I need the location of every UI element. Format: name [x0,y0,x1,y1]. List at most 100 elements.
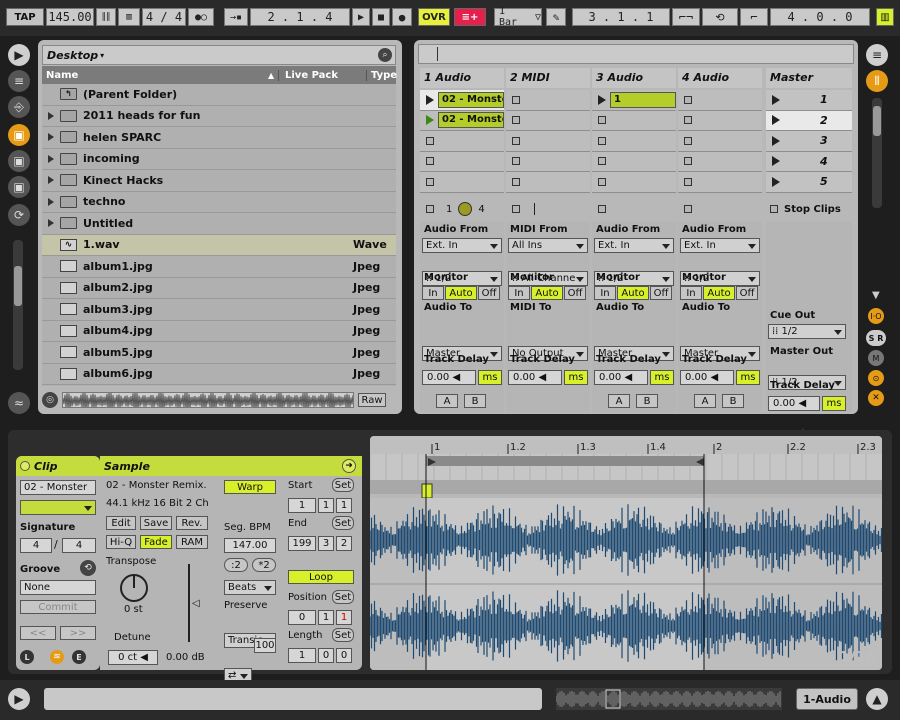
live-devices-icon[interactable]: ≡ [8,70,30,92]
browser-item[interactable]: ∿ 1.wav Wave [42,234,396,256]
clip-slot[interactable] [420,152,504,172]
clip-slot[interactable] [592,152,676,172]
folder-3-icon[interactable]: ▣ [8,176,30,198]
loop-brace[interactable] [426,456,704,466]
warp-mode-dropdown[interactable]: Beats [224,580,276,595]
sort-icon[interactable]: ▲ [268,71,278,80]
clip-stop-icon[interactable] [684,116,692,125]
end-set-button[interactable]: Set [332,516,354,530]
clip-slot[interactable] [420,131,504,152]
clip-stop-icon[interactable] [598,116,606,125]
browser-item[interactable]: album5.jpg Jpeg [42,342,396,364]
fade-button[interactable]: Fade [140,535,172,549]
loop-switch-icon[interactable]: ⟲ [702,8,738,26]
name-column-header[interactable]: Name [42,70,268,81]
monitor-off-button[interactable]: Off [478,286,500,300]
quantize-dropdown[interactable]: 1 Bar ▽ [494,6,542,28]
track-title[interactable]: 1 Audio [420,68,504,88]
gain-slider-handle-icon[interactable]: ◁ [192,598,200,609]
length-beat[interactable]: 0 [318,648,334,663]
track-delay-ms-button[interactable]: ms [478,370,502,385]
stop-clips-row[interactable]: Stop Clips [766,198,852,220]
monitor-auto-button[interactable]: Auto [445,286,477,300]
track-delay-ms-button[interactable]: ms [650,370,674,385]
clip-stop-icon[interactable] [598,136,606,145]
crossfade-b-button[interactable]: B [464,394,486,408]
stop-icon[interactable]: ■ [372,8,390,26]
launch-box-toggle[interactable]: L [20,650,34,664]
clip-box-header[interactable]: Clip [16,456,100,476]
browser-item[interactable]: incoming [42,149,396,170]
groove-field[interactable]: None [20,580,96,595]
crossfade-a-button[interactable]: A [608,394,630,408]
track-delay-field[interactable]: 0.00 ◀ [508,370,562,385]
clip-slot[interactable]: 02 - Monster [420,111,504,131]
position-set-button[interactable]: Set [332,590,354,604]
scene-play-icon[interactable] [772,156,780,167]
save-button[interactable]: Save [140,516,172,530]
monitor-in-button[interactable]: In [680,286,702,300]
master-ms-button[interactable]: ms [822,396,846,411]
clip-slot[interactable] [420,172,504,193]
commit-button[interactable]: Commit [20,600,96,614]
tempo-field[interactable]: 145.00 [46,8,94,26]
track-delay-ms-button[interactable]: ms [736,370,760,385]
clip-stop-icon[interactable] [426,136,434,145]
input-type-dropdown[interactable]: Ext. In [422,238,502,253]
detune-field[interactable]: 0 ct ◀ [108,650,158,665]
session-scroll-handle[interactable] [873,106,881,136]
follow-icon[interactable]: →▪ [224,8,248,26]
crossfade-a-button[interactable]: A [436,394,458,408]
cue-out-dropdown[interactable]: ⁞⁞ 1/2 [768,324,846,339]
mixer-icon[interactable]: M [868,350,884,366]
browser-item[interactable]: album3.jpg Jpeg [42,299,396,321]
input-type-dropdown[interactable]: Ext. In [680,238,760,253]
clip-slot[interactable] [506,131,590,152]
monitor-off-button[interactable]: Off [564,286,586,300]
track-delay-toggle-icon[interactable]: ⊙ [868,370,884,386]
scene-play-icon[interactable] [772,176,780,187]
clip-stop-icon[interactable] [684,157,692,166]
edit-button[interactable]: Edit [106,516,136,530]
clip-slot[interactable] [678,111,762,131]
length-set-button[interactable]: Set [332,628,354,642]
detail-view-toggle-icon[interactable]: ▲ [866,688,888,710]
position-beat[interactable]: 1 [318,610,334,625]
track-delay-ms-button[interactable]: ms [564,370,588,385]
clip-stop-icon[interactable] [512,95,520,104]
session-overview-bar[interactable] [418,44,854,64]
start-set-button[interactable]: Set [332,478,354,492]
clip-play-icon[interactable] [426,94,434,105]
track-title[interactable]: 3 Audio [592,68,676,88]
metronome-toggle-icon[interactable]: ●○ [188,8,214,26]
nudge-back-button[interactable]: << [20,626,56,640]
monitor-auto-button[interactable]: Auto [617,286,649,300]
scene-launch-row[interactable]: 3 [766,131,852,152]
crossfade-a-button[interactable]: A [694,394,716,408]
monitor-in-button[interactable]: In [422,286,444,300]
monitor-auto-button[interactable]: Auto [703,286,735,300]
input-type-dropdown[interactable]: Ext. In [594,238,674,253]
scene-launch-row[interactable]: 5 [766,172,852,193]
scene-launch-row[interactable]: 1 [766,90,852,111]
position-sixteenth[interactable]: 1 [336,610,352,625]
sends-returns-icon[interactable]: S R [866,330,886,346]
stop-all-icon[interactable] [770,205,778,213]
clip-stop-icon[interactable] [426,157,434,166]
start-sixteenth[interactable]: 1 [336,498,352,513]
refresh-icon[interactable]: ⟳ [8,204,30,226]
monitor-in-button[interactable]: In [594,286,616,300]
expand-arrow-icon[interactable] [48,219,54,228]
end-sixteenth[interactable]: 2 [336,536,352,551]
clip-color-dropdown[interactable] [20,500,96,515]
play-icon[interactable]: ▶ [352,8,370,26]
loop-start-field[interactable]: 3 . 1 . 1 [572,8,670,26]
master-track-title[interactable]: Master [766,68,852,88]
browser-item[interactable]: helen SPARC [42,127,396,149]
browser-item[interactable]: Untitled [42,213,396,235]
overdub-button[interactable]: OVR [418,8,450,26]
scroll-down-icon[interactable]: ▼ [872,290,880,301]
track-delay-field[interactable]: 0.00 ◀ [594,370,648,385]
loop-button[interactable]: Loop [288,570,354,584]
expand-arrow-icon[interactable] [48,111,54,120]
